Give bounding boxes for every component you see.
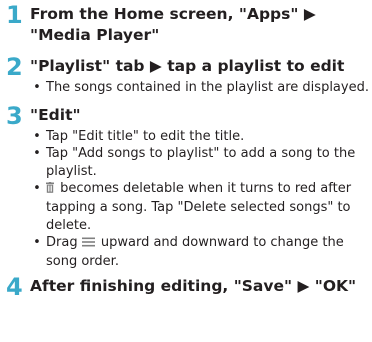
step-3: 3 "Edit" • Tap "Edit title" to edit the …	[0, 103, 372, 271]
note-item: • becomes deletable when it turns to red…	[30, 180, 372, 234]
note-item: • The songs contained in the playlist ar…	[30, 79, 372, 97]
step-number: 4	[6, 273, 23, 302]
step-number: 2	[6, 53, 23, 81]
bullet-marker: •	[33, 181, 41, 197]
note-item: • Drag upward and downward to change the…	[30, 234, 372, 270]
step-1: 1 From the Home screen, "Apps" ▶ "Media …	[0, 2, 372, 46]
bullet-marker: •	[33, 80, 41, 95]
instruction-steps: 1 From the Home screen, "Apps" ▶ "Media …	[0, 0, 372, 302]
note-item: • Tap "Edit title" to edit the title.	[30, 128, 372, 146]
bullet-marker: •	[33, 128, 41, 144]
note-text-lead: Drag	[46, 235, 78, 251]
step-number: 3	[6, 101, 23, 130]
trash-icon	[46, 181, 54, 199]
drag-handle-icon	[81, 235, 95, 253]
note-text: becomes deletable when it turns to red a…	[46, 181, 352, 233]
step-number: 1	[6, 1, 23, 29]
step-2: 2 "Playlist" tab ▶ tap a playlist to edi…	[0, 54, 372, 97]
note-text: Tap "Edit title" to edit the title.	[46, 128, 245, 144]
step-title: After finishing editing, "Save" ▶ "OK"	[30, 277, 357, 296]
step-notes: • Tap "Edit title" to edit the title. • …	[30, 128, 372, 271]
step-title: "Edit"	[30, 105, 81, 124]
bullet-marker: •	[33, 146, 41, 162]
note-text: Tap "Add songs to playlist" to add a son…	[46, 146, 356, 179]
note-text: The songs contained in the playlist are …	[46, 80, 369, 95]
step-4: 4 After finishing editing, "Save" ▶ "OK"	[0, 273, 372, 302]
step-title: "Playlist" tab ▶ tap a playlist to edit	[30, 57, 345, 75]
bullet-marker: •	[33, 235, 41, 251]
step-title: From the Home screen, "Apps" ▶ "Media Pl…	[30, 5, 316, 44]
step-notes: • The songs contained in the playlist ar…	[30, 79, 372, 97]
note-item: • Tap "Add songs to playlist" to add a s…	[30, 145, 372, 180]
